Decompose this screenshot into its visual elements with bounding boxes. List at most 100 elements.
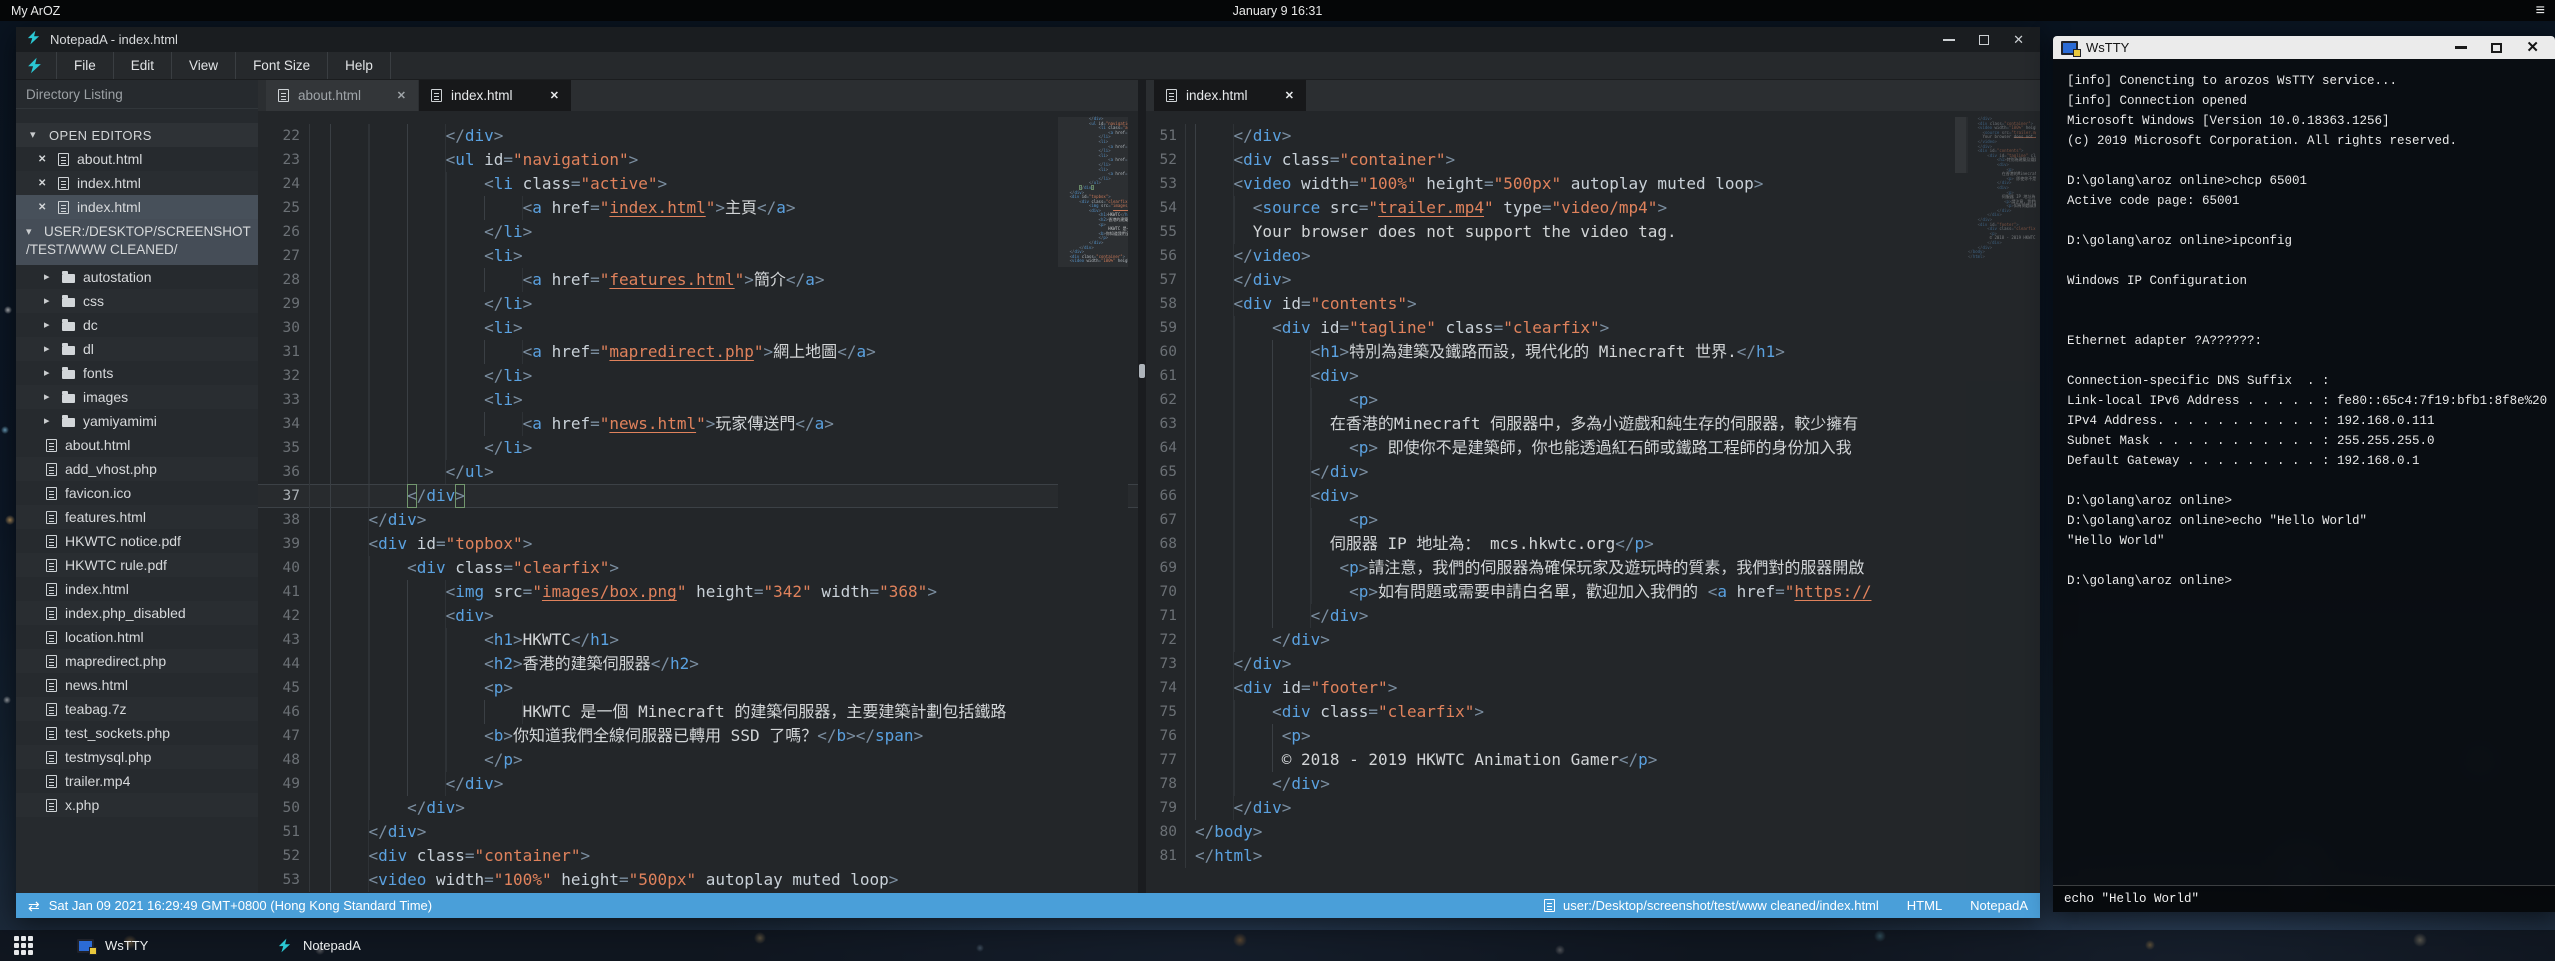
file-item[interactable]: teabag.7z xyxy=(16,697,258,721)
status-language[interactable]: HTML xyxy=(1907,898,1942,913)
code-editor-right[interactable]: 51</div>52<div class="container">53<vide… xyxy=(1146,111,2040,893)
file-name: index.php_disabled xyxy=(65,605,186,621)
line-number: 74 xyxy=(1146,676,1186,700)
close-icon[interactable]: ✕ xyxy=(38,202,50,213)
file-item[interactable]: features.html xyxy=(16,505,258,529)
status-app-name[interactable]: NotepadA xyxy=(1970,898,2028,913)
root-path-line1: USER:/DESKTOP/SCREENSHOT xyxy=(44,223,251,241)
line-number: 23 xyxy=(258,148,310,172)
hamburger-menu-icon[interactable]: ≡ xyxy=(2536,3,2545,19)
folder-item[interactable]: ▸dl xyxy=(16,337,258,361)
code-text: <p>如有問題或需要申請白名單，歡迎加入我們的 <a href="https:/… xyxy=(1186,580,2040,604)
close-icon[interactable]: ✕ xyxy=(2526,40,2539,55)
file-item[interactable]: HKWTC rule.pdf xyxy=(16,553,258,577)
folder-item[interactable]: ▸autostation xyxy=(16,265,258,289)
line-number: 77 xyxy=(1146,748,1186,772)
file-item[interactable]: HKWTC notice.pdf xyxy=(16,529,258,553)
file-item[interactable]: index.html xyxy=(16,577,258,601)
terminal-output[interactable]: [info] Conencting to arozos WsTTY servic… xyxy=(2053,59,2555,885)
folder-item[interactable]: ▸images xyxy=(16,385,258,409)
taskbar-item-wstty[interactable]: WsTTY xyxy=(63,930,263,961)
open-editor-item[interactable]: ✕index.html xyxy=(16,195,258,219)
tab-about.html[interactable]: about.html✕ xyxy=(266,80,418,111)
menu-bar: FileEditViewFont SizeHelp xyxy=(16,52,2040,80)
folder-item[interactable]: ▸fonts xyxy=(16,361,258,385)
code-line-26: 26</li> xyxy=(258,220,1138,244)
code-text: </li> xyxy=(310,436,1138,460)
file-item[interactable]: favicon.ico xyxy=(16,481,258,505)
close-icon[interactable]: ✕ xyxy=(38,154,50,165)
file-name: features.html xyxy=(65,509,146,525)
notepada-titlebar[interactable]: NotepadA - index.html ✕ xyxy=(16,27,2040,52)
file-item[interactable]: mapredirect.php xyxy=(16,649,258,673)
open-editors-section[interactable]: ▾ OPEN EDITORS xyxy=(16,123,258,147)
status-file-path[interactable]: user:/Desktop/screenshot/test/www cleane… xyxy=(1544,898,1879,913)
open-editor-item[interactable]: ✕ index.html xyxy=(16,171,258,195)
file-item[interactable]: about.html xyxy=(16,433,258,457)
window-controls: ✕ xyxy=(1943,33,2024,46)
line-number: 64 xyxy=(1146,436,1186,460)
pane-splitter[interactable] xyxy=(1138,80,1146,893)
line-number: 57 xyxy=(1146,268,1186,292)
menu-view[interactable]: View xyxy=(172,52,236,79)
code-text: </ul> xyxy=(310,460,1138,484)
line-number: 53 xyxy=(258,868,310,892)
code-text: <b>你知道我們全線伺服器已轉用 SSD 了嗎？</b></span> xyxy=(310,724,1138,748)
close-icon[interactable]: ✕ xyxy=(550,89,559,102)
directory-root[interactable]: ▾ USER:/DESKTOP/SCREENSHOT /TEST/WWW CLE… xyxy=(16,219,258,265)
code-text: </body> xyxy=(1186,820,2040,844)
folder-item[interactable]: ▸yamiyamimi xyxy=(16,409,258,433)
terminal-line xyxy=(2067,551,2555,571)
file-item[interactable]: location.html xyxy=(16,625,258,649)
terminal-input[interactable]: echo "Hello World" xyxy=(2053,885,2555,912)
folder-item[interactable]: ▸dc xyxy=(16,313,258,337)
terminal-line xyxy=(2067,251,2555,271)
minimap-left[interactable]: </div><ul id="navigation"><li class="act… xyxy=(1058,111,1128,893)
close-icon[interactable]: ✕ xyxy=(397,89,406,102)
code-editor-left[interactable]: 22</div>23<ul id="navigation">24<li clas… xyxy=(258,111,1138,893)
file-icon xyxy=(46,631,57,644)
menu-font-size[interactable]: Font Size xyxy=(236,52,328,79)
taskbar-item-notepada[interactable]: NotepadA xyxy=(263,930,463,961)
system-menu-label[interactable]: My ArOZ xyxy=(11,4,60,18)
editor-main: Directory Listing ▾ OPEN EDITORS ✕about.… xyxy=(16,80,2040,893)
file-item[interactable]: news.html xyxy=(16,673,258,697)
close-icon[interactable]: ✕ xyxy=(38,178,50,189)
editor-pane-right: index.html✕ 51</div>52<div class="contai… xyxy=(1146,80,2040,893)
file-item[interactable]: x.php xyxy=(16,793,258,817)
close-icon[interactable]: ✕ xyxy=(1285,89,1294,102)
maximize-icon[interactable] xyxy=(2491,43,2502,53)
minimize-icon[interactable] xyxy=(2455,46,2467,49)
code-line-70: 70<p>如有問題或需要申請白名單，歡迎加入我們的 <a href="https… xyxy=(1146,580,2040,604)
file-item[interactable]: add_vhost.php xyxy=(16,457,258,481)
terminal-line: (c) 2019 Microsoft Corporation. All righ… xyxy=(2067,131,2555,151)
open-editor-item[interactable]: ✕about.html xyxy=(16,147,258,171)
folder-item[interactable]: ▸css xyxy=(16,289,258,313)
file-item[interactable]: testmysql.php xyxy=(16,745,258,769)
menu-file[interactable]: File xyxy=(56,52,114,79)
folder-list: ▸autostation▸css▸dc▸dl▸fonts▸images▸yami… xyxy=(16,265,258,433)
file-item[interactable]: trailer.mp4 xyxy=(16,769,258,793)
minimap-right[interactable]: </div><div class="container"><video widt… xyxy=(1966,111,2036,893)
status-datetime[interactable]: ⇄ Sat Jan 09 2021 16:29:49 GMT+0800 (Hon… xyxy=(28,898,432,913)
wstty-titlebar[interactable]: WsTTY ✕ xyxy=(2053,36,2555,59)
menu-help[interactable]: Help xyxy=(328,52,391,79)
line-number: 41 xyxy=(258,580,310,604)
code-text: </div> xyxy=(1186,460,2040,484)
tab-index.html[interactable]: index.html✕ xyxy=(419,80,571,111)
file-item[interactable]: index.php_disabled xyxy=(16,601,258,625)
file-name: index.html xyxy=(77,175,141,191)
chevron-right-icon: ▸ xyxy=(44,344,54,355)
menu-edit[interactable]: Edit xyxy=(114,52,172,79)
sidebar: Directory Listing ▾ OPEN EDITORS ✕about.… xyxy=(16,80,258,893)
line-number: 49 xyxy=(258,772,310,796)
code-line-73: 73</div> xyxy=(1146,652,2040,676)
close-icon[interactable]: ✕ xyxy=(2013,33,2024,46)
maximize-icon[interactable] xyxy=(1979,35,1989,45)
code-line-47: 47<b>你知道我們全線伺服器已轉用 SSD 了嗎？</b></span> xyxy=(258,724,1138,748)
minimize-icon[interactable] xyxy=(1943,39,1955,41)
file-item[interactable]: test_sockets.php xyxy=(16,721,258,745)
terminal-line: D:\golang\aroz online> xyxy=(2067,491,2555,511)
tab-index.html[interactable]: index.html✕ xyxy=(1154,80,1306,111)
launcher-grid-icon[interactable] xyxy=(14,936,33,955)
